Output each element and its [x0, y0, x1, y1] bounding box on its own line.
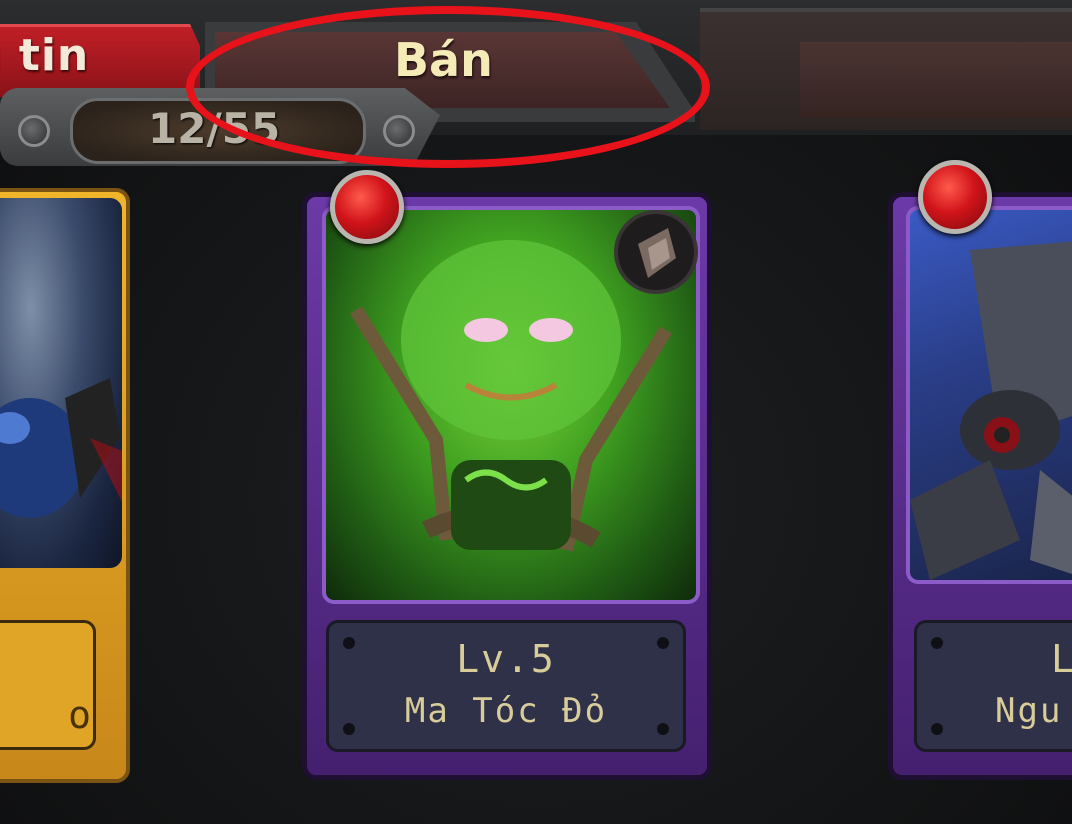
- game-screen: g tin Bán 12/55 o: [0, 0, 1072, 824]
- tab-next-face: [800, 42, 1072, 118]
- hero-card-3-level: L: [1051, 637, 1072, 681]
- bolt-icon: [18, 115, 50, 147]
- dark-knight-icon: [910, 241, 1072, 580]
- red-gem-icon: [330, 170, 404, 244]
- hero-card-1-plaque: o: [0, 620, 96, 750]
- red-gem-icon: [918, 160, 992, 234]
- hero-card-2-plaque: Lv.5 Ma Tóc Đỏ: [326, 620, 686, 752]
- hero-card-1-art: [0, 198, 122, 568]
- hero-card-3-name: Ngu: [995, 691, 1063, 731]
- armored-hero-icon: [0, 378, 122, 518]
- highlight-ring: [186, 6, 710, 168]
- hero-card-1-name: o: [68, 693, 93, 737]
- shield-icon: [614, 210, 698, 294]
- hero-card-2-name: Ma Tóc Đỏ: [404, 691, 608, 731]
- hero-card-2-level: Lv.5: [456, 637, 556, 681]
- hero-card-3-plaque: L Ngu: [914, 620, 1072, 752]
- hero-card-3-art: [906, 206, 1072, 584]
- tab-info-label: g tin: [0, 30, 90, 81]
